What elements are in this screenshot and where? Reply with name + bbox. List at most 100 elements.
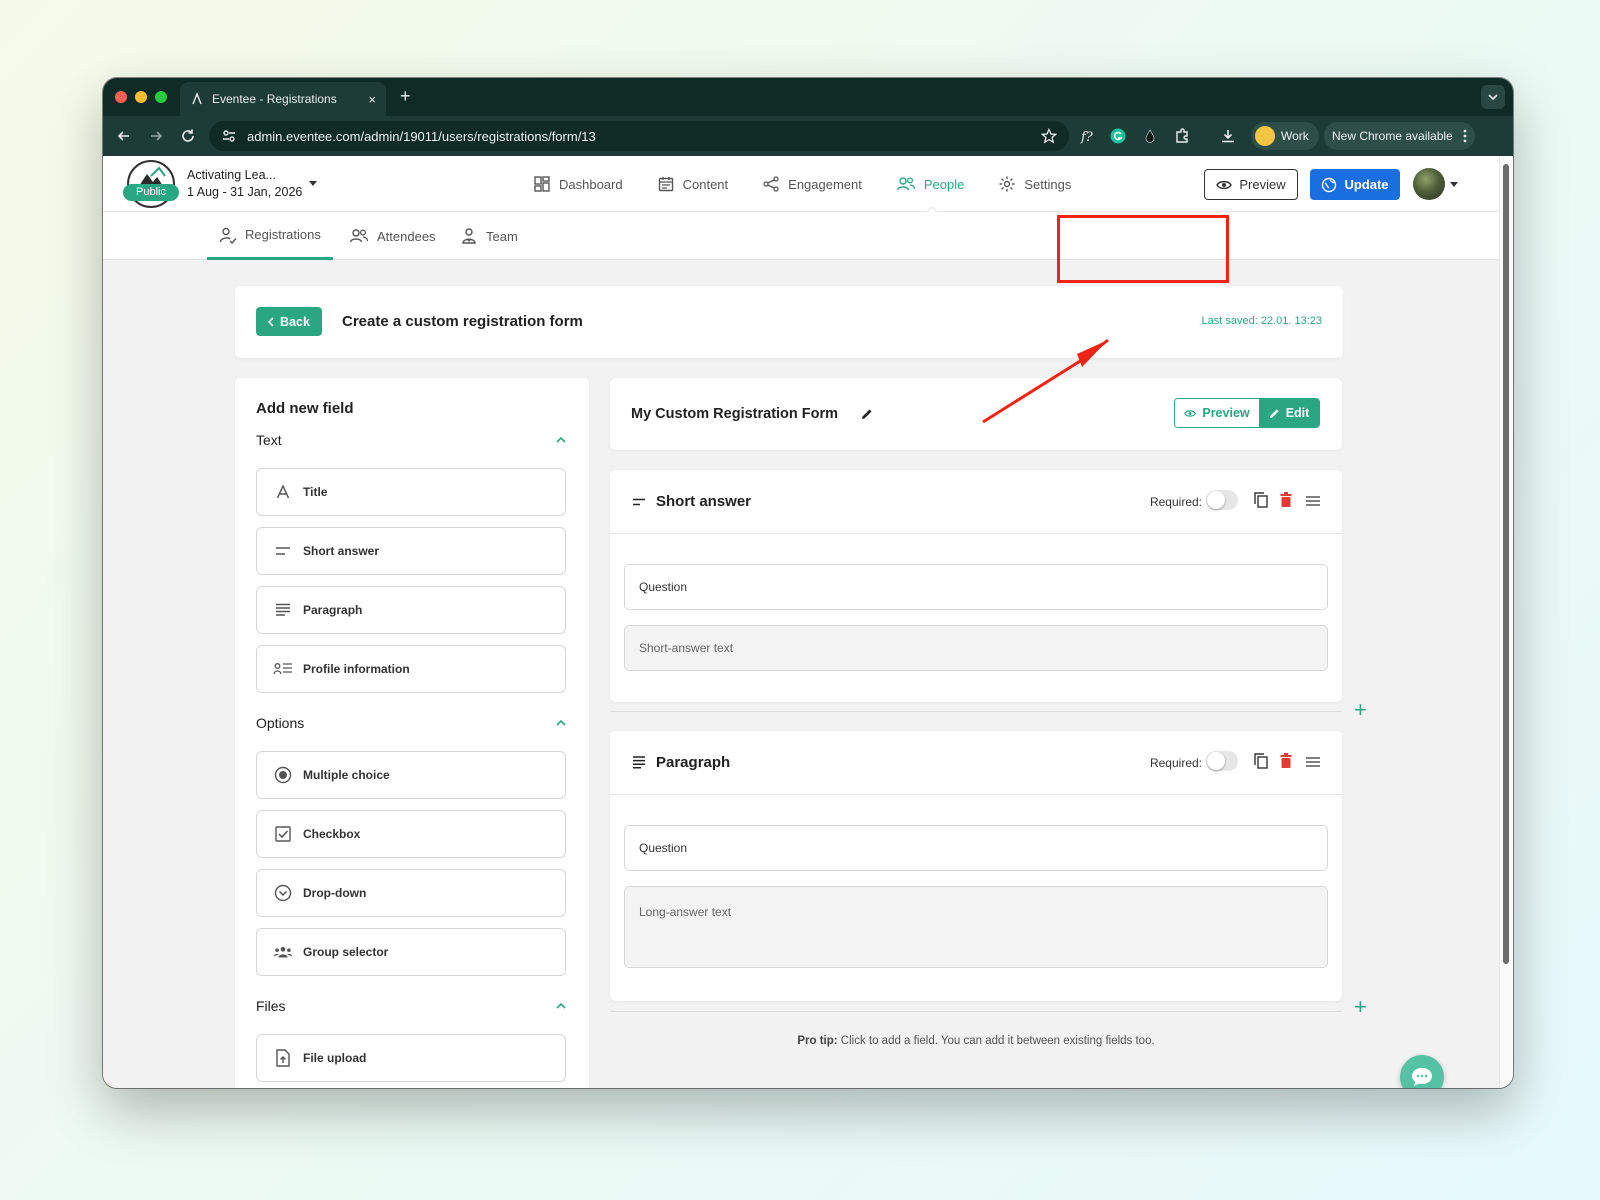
chrome-update-chip[interactable]: New Chrome available — [1324, 122, 1475, 150]
new-tab-button[interactable]: + — [400, 86, 411, 107]
block-title-label: Paragraph — [656, 754, 731, 771]
maximize-window-button[interactable] — [155, 91, 167, 103]
site-settings-icon[interactable] — [221, 128, 237, 144]
tab-registrations[interactable]: Registrations — [207, 212, 333, 260]
pencil-icon — [1269, 408, 1280, 419]
toggle-knob — [1207, 491, 1225, 509]
ink-drop-icon[interactable] — [1141, 127, 1159, 145]
tab-team[interactable]: Team — [460, 212, 518, 260]
field-tile-file-upload[interactable]: File upload — [256, 1034, 566, 1082]
preview-mode-label: Preview — [1202, 406, 1250, 420]
field-tile-profile-information[interactable]: Profile information — [256, 645, 566, 693]
nav-engagement[interactable]: Engagement — [762, 156, 862, 212]
field-tile-multiple-choice[interactable]: Multiple choice — [256, 751, 566, 799]
preview-event-label: Preview — [1239, 177, 1286, 192]
edit-mode-label: Edit — [1285, 406, 1310, 420]
profile-label: Work — [1281, 129, 1309, 143]
chevron-up-icon[interactable] — [556, 720, 566, 726]
trash-icon[interactable] — [1280, 753, 1292, 768]
block-title: Short answer — [632, 493, 751, 510]
tab-search-button[interactable] — [1481, 85, 1505, 109]
trash-icon[interactable] — [1280, 492, 1292, 507]
update-button[interactable]: Update — [1310, 169, 1400, 200]
nav-people[interactable]: People — [896, 156, 965, 213]
chevron-up-icon[interactable] — [556, 437, 566, 443]
event-name[interactable]: Activating Lea... — [187, 168, 276, 182]
grammarly-icon[interactable] — [1109, 127, 1127, 145]
drag-handle-icon[interactable] — [1306, 757, 1320, 767]
back-label: Back — [280, 314, 310, 329]
radio-button-icon — [273, 766, 293, 784]
field-tile-checkbox[interactable]: Checkbox — [256, 810, 566, 858]
close-window-button[interactable] — [115, 91, 127, 103]
address-bar[interactable]: admin.eventee.com/admin/19011/users/regi… — [209, 121, 1069, 151]
duplicate-icon[interactable] — [1254, 492, 1268, 508]
last-saved-status: Last saved: 22.01. 13:23 — [1201, 315, 1322, 327]
required-toggle[interactable] — [1206, 751, 1238, 771]
minimize-window-button[interactable] — [135, 91, 147, 103]
question-input[interactable]: Question — [624, 564, 1328, 610]
user-avatar[interactable] — [1413, 168, 1445, 200]
nav-engagement-label: Engagement — [788, 176, 862, 192]
tab-attendees-label: Attendees — [377, 228, 436, 244]
field-tile-title[interactable]: Title — [256, 468, 566, 516]
support-chat-button[interactable] — [1400, 1055, 1444, 1088]
main-nav: Dashboard Content Engagement People Sett… — [533, 156, 1071, 213]
bookmark-star-icon[interactable] — [1041, 128, 1057, 144]
pencil-icon[interactable] — [861, 408, 873, 420]
add-field-plus-icon[interactable]: + — [1354, 699, 1367, 721]
field-tile-group-selector[interactable]: Group selector — [256, 928, 566, 976]
form-block-paragraph: Paragraph Required: Question Long-answer… — [610, 731, 1342, 1001]
block-divider — [610, 1011, 1342, 1012]
page-scrollbar-thumb[interactable] — [1503, 164, 1509, 964]
preview-mode-button[interactable]: Preview — [1175, 399, 1259, 427]
dashboard-icon — [533, 175, 551, 193]
nav-content[interactable]: Content — [657, 156, 728, 212]
section-options-header[interactable]: Options — [256, 715, 566, 731]
people-subnav: Registrations Attendees Team — [103, 212, 1499, 260]
function-extension-icon[interactable]: f? — [1078, 127, 1096, 145]
extensions-puzzle-icon[interactable] — [1173, 127, 1191, 145]
nav-settings[interactable]: Settings — [998, 156, 1071, 212]
forward-arrow-icon[interactable] — [147, 127, 165, 145]
preview-event-button[interactable]: Preview — [1204, 169, 1298, 200]
drag-handle-icon[interactable] — [1306, 496, 1320, 506]
field-tile-drop-down[interactable]: Drop-down — [256, 869, 566, 917]
section-text-header[interactable]: Text — [256, 432, 566, 448]
short-lines-icon — [632, 498, 646, 506]
add-field-plus-icon[interactable]: + — [1354, 996, 1367, 1018]
attendees-icon — [349, 227, 369, 245]
form-title[interactable]: My Custom Registration Form — [631, 406, 838, 422]
question-input[interactable]: Question — [624, 825, 1328, 871]
person-check-icon — [219, 226, 237, 244]
tab-close-icon[interactable]: × — [368, 92, 376, 107]
back-button[interactable]: Back — [256, 307, 322, 336]
dropdown-circle-icon — [273, 884, 293, 902]
block-header: Short answer Required: — [610, 470, 1342, 534]
field-tile-paragraph[interactable]: Paragraph — [256, 586, 566, 634]
field-tile-file-upload-label: File upload — [303, 1051, 367, 1065]
reload-icon[interactable] — [179, 127, 197, 145]
nav-dashboard[interactable]: Dashboard — [533, 156, 623, 212]
public-status-badge: Public — [123, 184, 179, 201]
edit-mode-button[interactable]: Edit — [1259, 399, 1319, 427]
profile-work-chip[interactable]: Work — [1251, 122, 1319, 150]
field-tile-short-answer[interactable]: Short answer — [256, 527, 566, 575]
tab-team-label: Team — [486, 228, 518, 244]
section-files-header[interactable]: Files — [256, 998, 566, 1014]
top-navigation: Public Activating Lea... 1 Aug - 31 Jan,… — [103, 156, 1499, 213]
chevron-up-icon[interactable] — [556, 1003, 566, 1009]
required-toggle[interactable] — [1206, 490, 1238, 510]
kebab-menu-icon[interactable] — [1463, 129, 1467, 143]
duplicate-icon[interactable] — [1254, 753, 1268, 769]
event-switcher-caret-icon[interactable] — [309, 181, 317, 187]
back-arrow-icon[interactable] — [115, 127, 133, 145]
section-text-label: Text — [256, 432, 282, 448]
tab-attendees[interactable]: Attendees — [349, 212, 436, 260]
download-icon[interactable] — [1219, 127, 1237, 145]
nav-people-label: People — [923, 176, 965, 192]
form-title-card: My Custom Registration Form Preview Edit — [610, 378, 1342, 450]
add-field-panel: Add new field Text Title Short answer Pa… — [235, 378, 589, 1088]
user-menu-caret-icon[interactable] — [1450, 182, 1458, 188]
browser-tab[interactable]: Eventee - Registrations × — [180, 82, 386, 116]
